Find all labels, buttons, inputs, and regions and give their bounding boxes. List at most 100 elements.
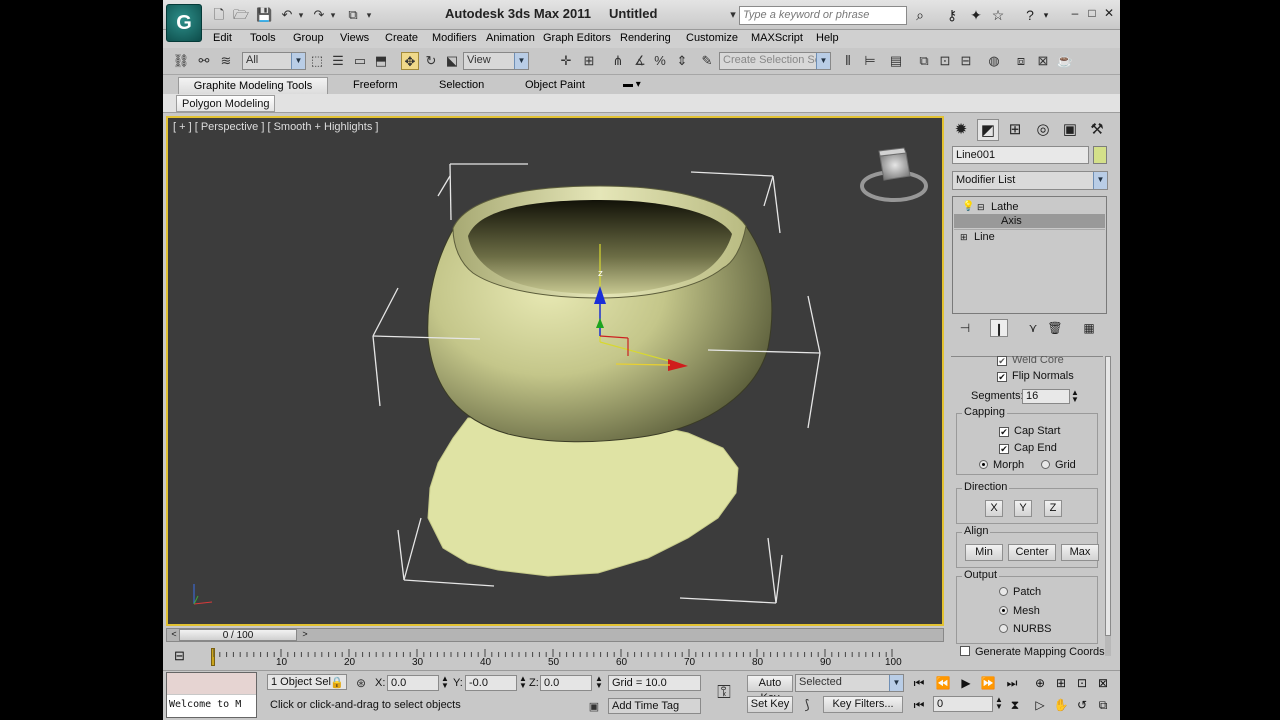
- object-name-field[interactable]: Line001: [952, 146, 1089, 164]
- curve-editor-icon[interactable]: ⊡: [936, 52, 954, 70]
- time-tag-icon[interactable]: ▣: [585, 698, 603, 716]
- redo-dropdown-icon[interactable]: ▾: [325, 7, 341, 23]
- z-coordinate-field[interactable]: 0.0: [540, 675, 592, 691]
- current-frame-field[interactable]: 0: [933, 696, 993, 712]
- selection-lock-icon[interactable]: 🔒: [328, 674, 346, 692]
- save-file-icon[interactable]: 💾: [256, 7, 272, 23]
- perspective-viewport[interactable]: z [ + ] [ Perspective ] [ Smooth + Highl…: [166, 116, 944, 626]
- key-mode-toggle-icon[interactable]: ⏮: [909, 696, 929, 714]
- stack-item-lathe[interactable]: 💡 ⊟ Lathe: [954, 200, 1105, 214]
- spinner-arrows-icon[interactable]: ▲ ▼: [519, 675, 527, 690]
- favorites-star-icon[interactable]: ☆: [989, 6, 1007, 24]
- spinner-arrows-icon[interactable]: ▲ ▼: [595, 675, 603, 690]
- orbit-icon[interactable]: ↺: [1072, 696, 1092, 714]
- go-to-start-icon[interactable]: ⏮: [909, 674, 929, 692]
- menu-help[interactable]: Help: [816, 32, 839, 44]
- unlink-icon[interactable]: ⚯: [195, 52, 213, 70]
- layer-manager-icon[interactable]: ▤: [887, 52, 905, 70]
- reference-coordinate-dropdown[interactable]: View ▼: [463, 52, 529, 70]
- maxscript-mini-listener-bottom[interactable]: Welcome to M: [167, 695, 256, 717]
- spinner-arrows-icon[interactable]: ▲ ▼: [1071, 389, 1079, 404]
- patch-radio[interactable]: Patch: [999, 586, 1041, 598]
- set-key-button[interactable]: Set Key: [747, 696, 793, 713]
- time-configuration-icon[interactable]: ⧗: [1005, 696, 1025, 714]
- selection-filter-dropdown[interactable]: All ▼: [242, 52, 306, 70]
- align-icon[interactable]: ⊨: [861, 52, 879, 70]
- track-bar[interactable]: ⊟ 10 20 30 40 50 60 70 80 90 100: [166, 644, 944, 668]
- next-frame-arrow-icon[interactable]: >: [299, 628, 311, 640]
- pin-stack-icon[interactable]: ⊣: [956, 319, 974, 337]
- mesh-radio[interactable]: Mesh: [999, 605, 1040, 617]
- cap-end-checkbox[interactable]: ✔ Cap End: [999, 442, 1057, 454]
- tab-object-paint[interactable]: Object Paint: [519, 77, 591, 94]
- cap-start-checkbox[interactable]: ✔ Cap Start: [999, 425, 1060, 437]
- maximize-viewport-icon[interactable]: ⧉: [1093, 696, 1113, 714]
- lightbulb-icon[interactable]: 💡: [962, 200, 974, 214]
- y-coordinate-field[interactable]: -0.0: [465, 675, 517, 691]
- set-key-icon[interactable]: ⟆: [798, 696, 816, 714]
- viewcube-icon[interactable]: [860, 147, 928, 202]
- command-panel-scrollbar[interactable]: [1105, 356, 1111, 656]
- key-mode-icon[interactable]: ⚿: [711, 683, 737, 701]
- morph-radio[interactable]: Morph: [979, 459, 1024, 471]
- next-frame-icon[interactable]: ⏩: [978, 674, 998, 692]
- menu-tools[interactable]: Tools: [250, 32, 276, 44]
- rectangular-selection-icon[interactable]: ▭: [351, 52, 369, 70]
- zoom-all-icon[interactable]: ⊞: [1051, 674, 1071, 692]
- hierarchy-tab-icon[interactable]: ⊞: [1004, 119, 1026, 141]
- menu-edit[interactable]: Edit: [213, 32, 232, 44]
- play-icon[interactable]: ▶: [956, 674, 976, 692]
- project-folder-icon[interactable]: ⧉: [345, 7, 361, 23]
- menu-maxscript[interactable]: MAXScript: [751, 32, 803, 44]
- stack-item-axis[interactable]: Axis: [954, 214, 1105, 228]
- tab-freeform[interactable]: Freeform: [347, 77, 404, 94]
- go-to-end-icon[interactable]: ⏭: [1002, 674, 1022, 692]
- app-logo-icon[interactable]: G: [166, 4, 202, 42]
- viewport-label[interactable]: [ + ] [ Perspective ] [ Smooth + Highlig…: [173, 121, 378, 133]
- menu-rendering[interactable]: Rendering: [620, 32, 671, 44]
- select-and-rotate-icon[interactable]: ↻: [422, 52, 440, 70]
- angle-snap-icon[interactable]: ∡: [631, 52, 649, 70]
- show-end-result-icon[interactable]: ❙: [990, 319, 1008, 337]
- quick-access-dropdown-icon[interactable]: ▾: [361, 7, 377, 23]
- previous-frame-icon[interactable]: ⏪: [933, 674, 953, 692]
- search-input[interactable]: Type a keyword or phrase: [739, 6, 907, 25]
- time-slider-thumb[interactable]: 0 / 100: [179, 629, 297, 641]
- key-filters-button[interactable]: Key Filters...: [823, 696, 903, 713]
- spinner-snap-icon[interactable]: ⇕: [673, 52, 691, 70]
- polygon-modeling-button[interactable]: Polygon Modeling: [176, 95, 276, 112]
- align-center-button[interactable]: Center: [1008, 544, 1056, 561]
- select-object-icon[interactable]: ⬚: [308, 52, 326, 70]
- pan-hand-icon[interactable]: ✋: [1051, 696, 1071, 714]
- expand-icon[interactable]: ⊞: [960, 230, 968, 244]
- stack-item-line[interactable]: ⊞ Line: [954, 229, 1105, 243]
- direction-z-button[interactable]: Z: [1044, 500, 1062, 517]
- mirror-icon[interactable]: ⫴: [839, 52, 857, 70]
- auto-key-button[interactable]: Auto Key: [747, 675, 793, 704]
- zoom-extents-icon[interactable]: ⊡: [1072, 674, 1092, 692]
- window-crossing-icon[interactable]: ⬒: [372, 52, 390, 70]
- menu-views[interactable]: Views: [340, 32, 369, 44]
- rendered-frame-window-icon[interactable]: ⊠: [1034, 52, 1052, 70]
- spinner-arrows-icon[interactable]: ▲ ▼: [441, 675, 449, 690]
- binoculars-icon[interactable]: ⌕: [911, 6, 929, 24]
- absolute-mode-icon[interactable]: ⊛: [352, 674, 370, 692]
- pivot-center-icon[interactable]: ✛: [557, 52, 575, 70]
- subscription-icon[interactable]: ✦: [967, 6, 985, 24]
- spinner-arrows-icon[interactable]: ▲ ▼: [995, 696, 1003, 711]
- render-production-icon[interactable]: ☕: [1056, 52, 1074, 70]
- remove-modifier-icon[interactable]: 🗑: [1046, 319, 1064, 337]
- time-slider[interactable]: < 0 / 100 >: [166, 628, 944, 642]
- menu-modifiers[interactable]: Modifiers: [432, 32, 477, 44]
- edit-named-selection-icon[interactable]: ✎: [698, 52, 716, 70]
- zoom-extents-all-icon[interactable]: ⊠: [1093, 674, 1113, 692]
- add-time-tag-button[interactable]: Add Time Tag: [608, 698, 701, 714]
- tab-selection[interactable]: Selection: [433, 77, 490, 94]
- make-unique-icon[interactable]: ⋎: [1024, 319, 1042, 337]
- bind-space-warp-icon[interactable]: ≋: [217, 52, 235, 70]
- schematic-view-icon[interactable]: ⊟: [957, 52, 975, 70]
- modifier-list-dropdown[interactable]: Modifier List ▼: [952, 171, 1108, 190]
- display-tab-icon[interactable]: ▣: [1059, 119, 1081, 141]
- align-min-button[interactable]: Min: [965, 544, 1003, 561]
- graphite-toggle-icon[interactable]: ⧉: [915, 52, 933, 70]
